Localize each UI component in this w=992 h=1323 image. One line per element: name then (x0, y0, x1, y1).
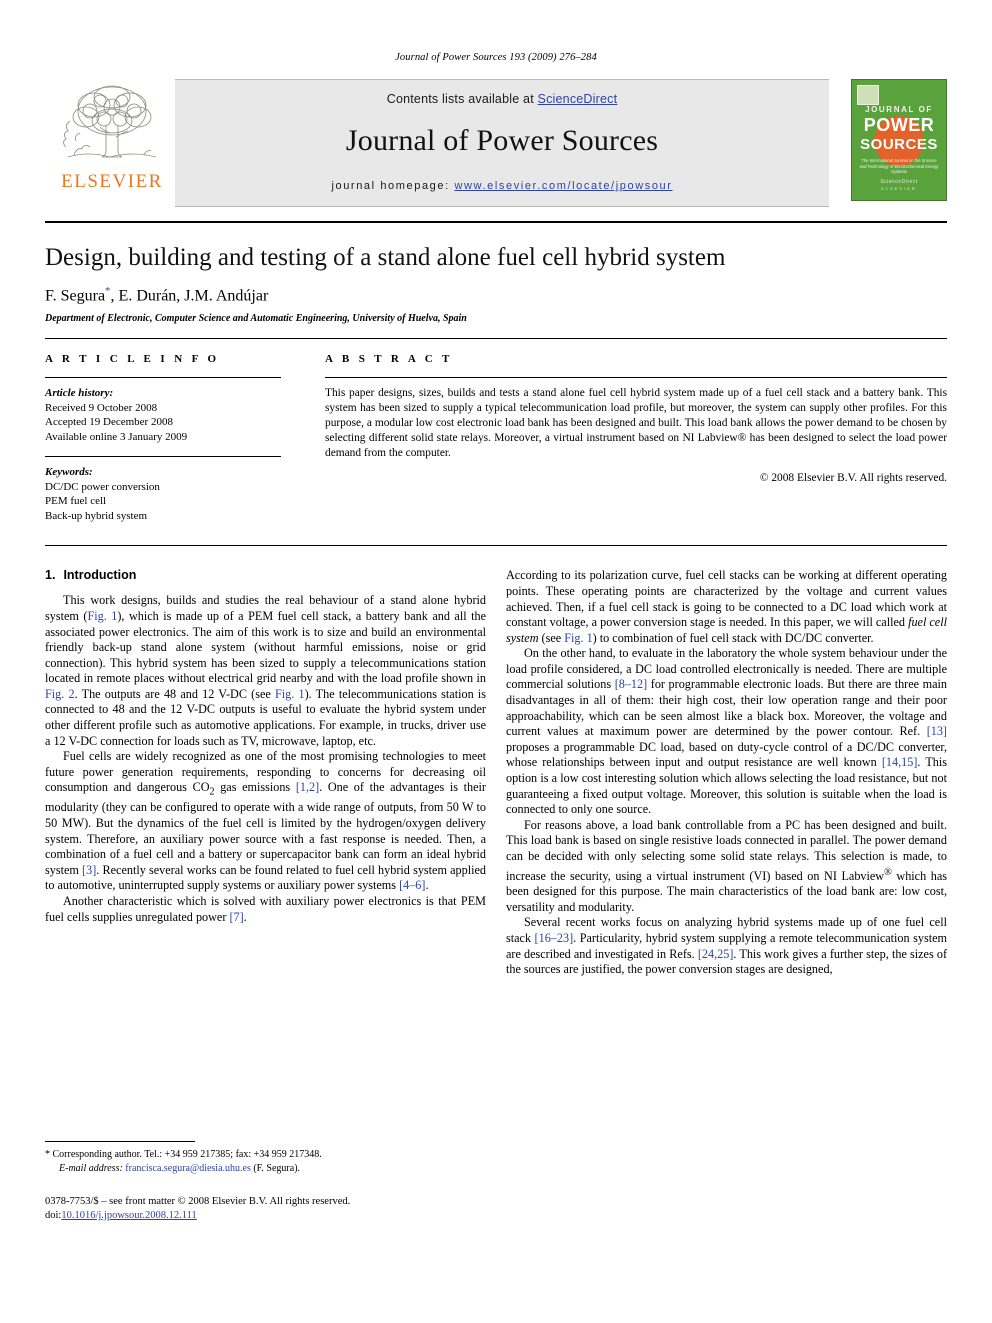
keyword-3: Back-up hybrid system (45, 509, 148, 522)
doi-link[interactable]: 10.1016/j.jpowsour.2008.12.111 (61, 1210, 196, 1221)
keywords-label: Keywords: (45, 466, 93, 479)
cover-footer-sub: ELSEVIER (881, 186, 917, 191)
figure-reference[interactable]: Fig. 1 (87, 609, 117, 623)
contents-prefix: Contents lists available at (386, 92, 538, 106)
keyword-2: PEM fuel cell (45, 495, 107, 508)
doi-label: doi: (45, 1210, 62, 1222)
abstract-column: A B S T R A C T This paper designs, size… (303, 353, 947, 535)
section-number: 1. (45, 568, 56, 583)
article-info-heading: A R T I C L E I N F O (45, 353, 220, 366)
figure-reference[interactable]: Fig. 1 (564, 631, 592, 645)
abstract-heading: A B S T R A C T (325, 353, 453, 366)
abstract-text: This paper designs, sizes, builds and te… (325, 387, 947, 459)
cover-sciencedirect-mark: ScienceDirect ELSEVIER (852, 179, 946, 191)
footnote-star: * (45, 1149, 50, 1161)
keywords-rule (45, 456, 281, 458)
abstract-copyright: © 2008 Elsevier B.V. All rights reserved… (759, 472, 947, 485)
history-received: Received 9 October 2008 (45, 401, 158, 414)
journal-title: Journal of Power Sources (345, 124, 659, 157)
cover-line-sources: SOURCES (860, 136, 938, 153)
citation-reference[interactable]: [3] (82, 863, 96, 877)
article-history-group: Article history: Received 9 October 2008… (45, 386, 281, 444)
paragraph: Several recent works focus on analyzing … (506, 915, 947, 977)
body-column-left: 1. Introduction This work designs, builds… (45, 568, 486, 1223)
body-column-right: According to its polarization curve, fue… (506, 568, 947, 1223)
corresponding-author-note: * Corresponding author. Tel.: +34 959 21… (45, 1148, 486, 1175)
footnote-rule (45, 1141, 195, 1143)
elsevier-wordmark: ELSEVIER (61, 171, 163, 192)
sciencedirect-link[interactable]: ScienceDirect (538, 92, 618, 106)
citation-reference[interactable]: [24,25] (698, 947, 734, 961)
info-abstract-row: A R T I C L E I N F O Article history: R… (45, 339, 947, 545)
history-accepted: Accepted 19 December 2008 (45, 416, 173, 429)
citation-reference[interactable]: [4–6] (399, 878, 425, 892)
elsevier-tree-icon (63, 85, 157, 158)
elsevier-logo: ELSEVIER (53, 81, 171, 203)
section-title: Introduction (63, 568, 137, 583)
affiliation: Department of Electronic, Computer Scien… (45, 313, 467, 325)
running-head: Journal of Power Sources 193 (2009) 276–… (395, 52, 597, 63)
keywords-group: Keywords: DC/DC power conversion PEM fue… (45, 465, 281, 523)
contents-line: Contents lists available at ScienceDirec… (387, 92, 618, 106)
cover-elsevier-mark (857, 85, 879, 105)
paragraph: Another characteristic which is solved w… (45, 894, 486, 924)
article-history-label: Article history: (45, 387, 114, 400)
author-primary: F. Segura (45, 287, 106, 305)
figure-reference[interactable]: Fig. 2 (45, 687, 75, 701)
paragraph: This work designs, builds and studies th… (45, 593, 487, 748)
journal-masthead: ELSEVIER Contents lists available at Sci… (45, 79, 947, 207)
page-title: Design, building and testing of a stand … (45, 244, 726, 271)
body-columns: 1. Introduction This work designs, builds… (45, 546, 947, 1223)
imprint-block: 0378-7753/$ – see front matter © 2008 El… (45, 1195, 486, 1223)
paragraph: On the other hand, to evaluate in the la… (506, 646, 947, 817)
citation-reference[interactable]: [7] (229, 910, 243, 924)
footnote-corresponding-text: Corresponding author. Tel.: +34 959 2173… (52, 1149, 322, 1161)
footnote-block: * Corresponding author. Tel.: +34 959 21… (45, 1141, 486, 1223)
history-online: Available online 3 January 2009 (45, 430, 188, 443)
email-label: E-mail address: (59, 1162, 123, 1174)
homepage-label: journal homepage: (331, 180, 455, 192)
citation-reference[interactable]: [8–12] (615, 677, 648, 691)
cover-line-power: POWER (863, 115, 935, 135)
cover-footer-text: ScienceDirect (880, 179, 918, 185)
author-list: F. Segura*, E. Durán, J.M. Andújar (45, 285, 947, 305)
article-info-column: A R T I C L E I N F O Article history: R… (45, 353, 303, 535)
issn-frontmatter-line: 0378-7753/$ – see front matter © 2008 El… (45, 1196, 351, 1208)
keyword-1: DC/DC power conversion (45, 480, 160, 493)
cover-subtitle: The International Journal on the Science… (859, 158, 939, 175)
abstract-rule (325, 377, 947, 379)
paper-page: Journal of Power Sources 193 (2009) 276–… (0, 0, 992, 1323)
paragraph: According to its polarization curve, fue… (506, 568, 947, 645)
citation-reference[interactable]: [13] (927, 724, 947, 738)
figure-reference[interactable]: Fig. 1 (275, 687, 305, 701)
paragraph: For reasons above, a load bank controlla… (506, 817, 948, 914)
journal-cover-thumbnail: JOURNAL OF POWER SOURCES The Internation… (851, 79, 947, 201)
citation-reference[interactable]: [14,15] (882, 755, 918, 769)
citation-reference[interactable]: [16–23] (535, 931, 574, 945)
cover-line-journal-of: JOURNAL OF (865, 105, 933, 114)
article-info-rule (45, 377, 281, 379)
email-suffix: (F. Segura). (253, 1162, 301, 1174)
section-heading-introduction: 1. Introduction (45, 568, 486, 582)
citation-reference[interactable]: [1,2] (296, 780, 319, 794)
title-block: Design, building and testing of a stand … (45, 223, 947, 324)
authors-rest: , E. Durán, J.M. Andújar (110, 287, 269, 305)
masthead-band: Contents lists available at ScienceDirec… (175, 79, 829, 207)
journal-homepage-link[interactable]: www.elsevier.com/locate/jpowsour (454, 180, 672, 192)
paragraph: Fuel cells are widely recognized as one … (45, 749, 486, 893)
author-email-link[interactable]: francisca.segura@diesia.uhu.es (125, 1163, 251, 1174)
journal-homepage-line: journal homepage: www.elsevier.com/locat… (331, 180, 672, 192)
